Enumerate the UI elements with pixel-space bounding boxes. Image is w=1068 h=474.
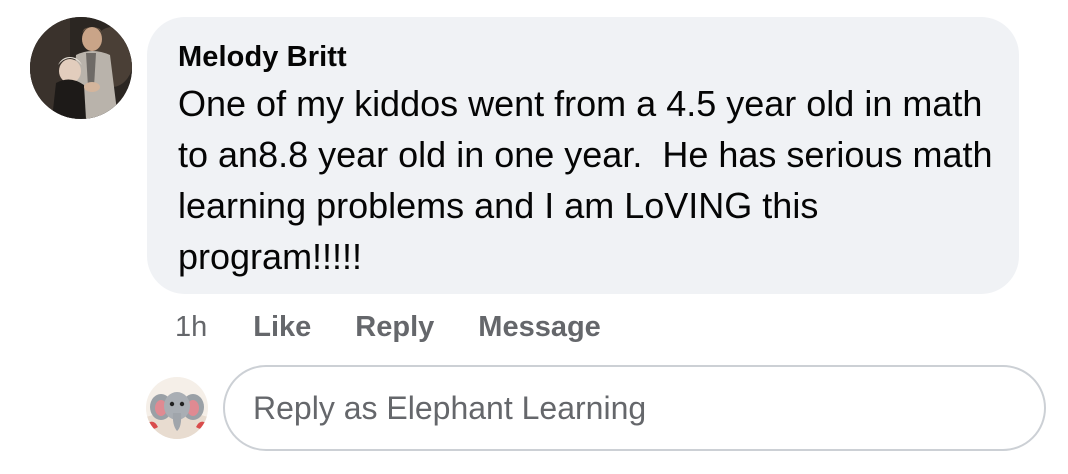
like-button[interactable]: Like [253,311,311,344]
elephant-logo-icon [146,377,208,439]
comment-timestamp[interactable]: 1h [175,311,207,344]
reply-button[interactable]: Reply [355,311,434,344]
comment-actions: 1h Like Reply Message [175,307,645,347]
comment-text: One of my kiddos went from a 4.5 year ol… [178,83,1003,277]
comment-bubble: Melody Britt One of my kiddos went from … [147,17,1019,294]
reply-input[interactable] [223,365,1046,451]
profile-photo-icon [30,17,132,119]
comment-thread: Melody Britt One of my kiddos went from … [0,0,1068,474]
page-avatar [146,377,208,439]
avatar[interactable] [30,17,132,119]
message-button[interactable]: Message [478,311,601,344]
comment-author[interactable]: Melody Britt [178,39,989,75]
